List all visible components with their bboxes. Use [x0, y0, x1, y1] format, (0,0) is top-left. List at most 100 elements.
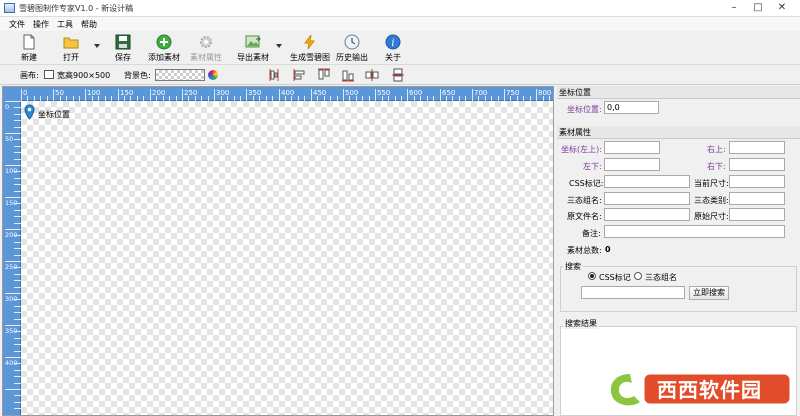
menu-bar: 文件 操作 工具 帮助: [0, 17, 800, 31]
ruler-h-tick-label: 350: [248, 89, 261, 97]
window-title: 雪碧图制作专家V1.0 - 新设计稿: [19, 4, 134, 13]
ruler-h-tick-label: 100: [87, 89, 100, 97]
export-material-button[interactable]: 导出素材: [234, 32, 272, 64]
ruler-h-tick-label: 800: [538, 89, 551, 97]
maximize-icon[interactable]: □: [748, 1, 768, 15]
tristate-type-label: 三态类别:: [694, 196, 729, 205]
ruler-v-tick-label: 0: [5, 103, 9, 111]
orig-filename-label: 原文件名:: [567, 212, 602, 221]
material-props-button[interactable]: 素材属性: [187, 32, 225, 64]
ruler-h-tick-label: 200: [152, 89, 165, 97]
ruler-v-tick-label: 250: [5, 263, 17, 271]
props-section-header: 素材属性: [557, 126, 800, 139]
ruler-h-tick-label: 50: [55, 89, 64, 97]
tristate-type-field[interactable]: [729, 192, 785, 205]
canvas-label: 画布:: [20, 71, 39, 80]
radio-tristate-group-label[interactable]: 三态组名: [645, 272, 677, 283]
horizontal-ruler: 0 50 100 150 200 250 300 350 400 450 500 550 600 650 7…: [21, 87, 553, 101]
orig-size-field[interactable]: [729, 208, 785, 221]
tristate-group-field[interactable]: [604, 192, 690, 205]
orig-size-label: 原始尺寸:: [694, 212, 729, 221]
orig-filename-field[interactable]: [604, 208, 690, 221]
transparent-canvas-area[interactable]: [21, 101, 553, 415]
color-picker-icon[interactable]: [208, 70, 218, 80]
current-size-field[interactable]: [729, 175, 785, 188]
lightning-icon: [304, 34, 315, 50]
app-icon: [4, 3, 15, 13]
position-label: 坐标位置:: [567, 105, 602, 114]
add-material-button[interactable]: 添加素材: [145, 32, 183, 64]
coord-top-left-label: 坐标(左上):: [561, 145, 602, 154]
current-size-label: 当前尺寸:: [694, 179, 729, 188]
design-canvas[interactable]: 0 50 100 150 200 250 300 350 400 450 500 550 600 650 7…: [2, 86, 554, 416]
align-bottom-icon[interactable]: [340, 67, 356, 83]
search-input[interactable]: [581, 286, 685, 299]
bottom-left-field[interactable]: [604, 158, 660, 171]
ruler-v-tick-label: 150: [5, 199, 17, 207]
coord-top-left-field[interactable]: [604, 141, 660, 154]
export-dropdown-icon[interactable]: [276, 44, 282, 48]
ruler-v-tick-label: 350: [5, 327, 17, 335]
css-mark-label: CSS标记:: [569, 179, 604, 188]
info-icon: i: [385, 34, 401, 50]
ruler-h-tick-label: 500: [345, 89, 358, 97]
floppy-disk-icon: [115, 34, 131, 50]
total-label: 素材总数:: [567, 246, 602, 255]
align-vertical-icon[interactable]: [266, 67, 282, 83]
open-button[interactable]: 打开: [56, 32, 86, 64]
history-output-button[interactable]: 历史输出: [334, 32, 370, 64]
menu-operate[interactable]: 操作: [33, 19, 49, 30]
bgcolor-label: 背景色:: [124, 71, 151, 80]
ruler-v-tick-label: 300: [5, 295, 17, 303]
ruler-v-tick-label: 200: [5, 231, 17, 239]
radio-css-mark-label[interactable]: CSS标记: [599, 272, 631, 283]
save-button[interactable]: 保存: [108, 32, 138, 64]
minimize-icon[interactable]: –: [724, 1, 744, 15]
ruler-h-tick-label: 250: [184, 89, 197, 97]
search-header: 搜索: [563, 261, 583, 272]
distribute-horizontal-icon[interactable]: [364, 67, 380, 83]
ruler-h-tick-label: 700: [474, 89, 487, 97]
canvas-size-text[interactable]: 宽高900×500: [57, 70, 110, 81]
position-field[interactable]: 0,0: [604, 101, 659, 114]
ruler-v-tick-label: 100: [5, 167, 17, 175]
menu-file[interactable]: 文件: [9, 19, 25, 30]
note-field[interactable]: [604, 225, 785, 238]
ruler-h-tick-label: 550: [377, 89, 390, 97]
css-mark-field[interactable]: [604, 175, 690, 188]
radio-css-mark[interactable]: [588, 272, 596, 280]
search-button[interactable]: 立即搜索: [689, 286, 729, 300]
gear-icon: [200, 36, 212, 48]
options-bar: 画布: 宽高900×500 背景色:: [0, 65, 800, 85]
align-top-icon[interactable]: [316, 67, 332, 83]
ruler-h-tick-label: 300: [216, 89, 229, 97]
generate-sprite-button[interactable]: 生成雪碧图: [289, 32, 331, 64]
svg-text:i: i: [391, 38, 394, 49]
new-button[interactable]: 新建: [14, 32, 44, 64]
bottom-right-field[interactable]: [729, 158, 785, 171]
canvas-size-icon[interactable]: [44, 70, 54, 79]
ruler-v-tick-label: 400: [5, 359, 17, 367]
title-bar: 雪碧图制作专家V1.0 - 新设计稿 – □ ✕: [0, 0, 800, 17]
watermark-text: 西西软件园: [657, 378, 762, 402]
horizontal-ruler-ticks: 0 50 100 150 200 250 300 350 400 450 500 550 600 650 7…: [21, 89, 551, 101]
bgcolor-swatch[interactable]: [155, 69, 205, 81]
tristate-group-label: 三态组名:: [567, 196, 602, 205]
about-button[interactable]: i 关于: [378, 32, 408, 64]
align-left-icon[interactable]: [292, 67, 308, 83]
location-pin-icon[interactable]: [24, 104, 35, 120]
ruler-h-tick-label: 750: [506, 89, 519, 97]
marker-label: 坐标位置: [38, 110, 70, 119]
clock-icon: [344, 34, 360, 50]
distribute-vertical-icon[interactable]: [390, 67, 406, 83]
vertical-ruler: 0 50 100 150 200 250 300 350 400: [3, 101, 21, 415]
top-right-field[interactable]: [729, 141, 785, 154]
menu-help[interactable]: 帮助: [81, 19, 97, 30]
open-dropdown-icon[interactable]: [94, 44, 100, 48]
ruler-h-tick-label: 650: [442, 89, 455, 97]
position-section-header: 坐标位置: [557, 86, 800, 99]
menu-tools[interactable]: 工具: [57, 19, 73, 30]
export-image-icon: [245, 35, 261, 48]
radio-tristate-group[interactable]: [634, 272, 642, 280]
close-icon[interactable]: ✕: [772, 1, 792, 15]
